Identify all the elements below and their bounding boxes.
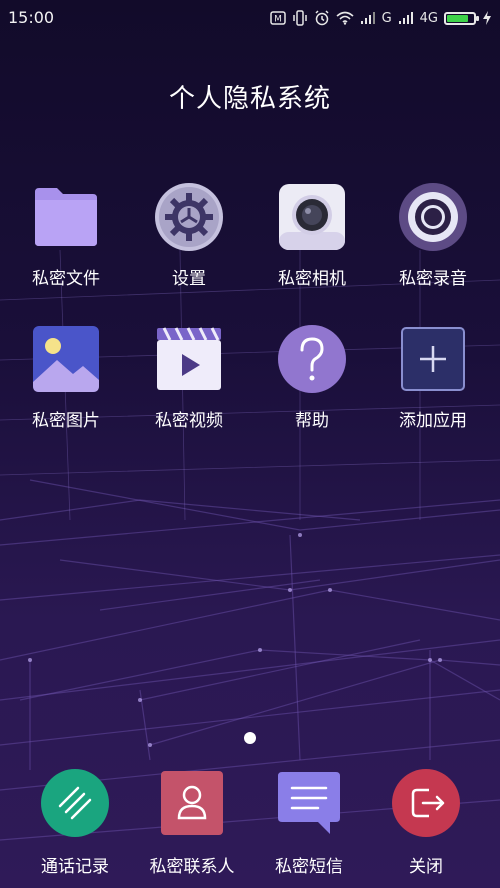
battery-icon — [444, 11, 479, 25]
app-label: 私密图片 — [32, 411, 100, 431]
vibrate-icon — [292, 10, 307, 26]
signal-icon — [360, 12, 375, 24]
charging-icon — [483, 11, 491, 25]
network-type-label: 4G — [419, 10, 438, 26]
dock-label: 关闭 — [409, 857, 443, 877]
gear-icon — [155, 183, 223, 251]
status-bar: 15:00 M G 4G — [0, 0, 500, 36]
battery-fill — [447, 14, 468, 22]
app-private-video[interactable]: 私密视频 — [127, 324, 251, 431]
call-log-icon — [41, 769, 109, 837]
recorder-icon — [399, 183, 467, 251]
app-add[interactable]: 添加应用 — [371, 324, 495, 431]
app-label: 添加应用 — [399, 411, 467, 431]
dock-label: 通话记录 — [41, 857, 109, 877]
status-time: 15:00 — [8, 8, 55, 27]
svg-text:M: M — [274, 15, 282, 25]
contacts-icon — [161, 771, 223, 835]
folder-icon — [35, 188, 97, 246]
camera-icon — [279, 184, 345, 250]
app-label: 私密文件 — [32, 269, 100, 289]
app-label: 私密录音 — [399, 269, 467, 289]
app-label: 设置 — [172, 269, 206, 289]
page-indicator-dot — [244, 732, 256, 744]
picture-icon — [33, 326, 99, 392]
message-icon — [278, 772, 340, 834]
page-title: 个人隐私系统 — [168, 84, 331, 114]
video-icon — [157, 327, 221, 390]
wifi-icon — [336, 11, 354, 25]
app-private-recorder[interactable]: 私密录音 — [371, 182, 495, 289]
signal-type-label: G — [381, 10, 392, 26]
dock-label: 私密短信 — [275, 857, 343, 877]
status-icons: M G 4G — [269, 8, 492, 28]
add-icon — [401, 327, 465, 391]
dock-call-log[interactable]: 通话记录 — [13, 768, 137, 877]
dock-close[interactable]: 关闭 — [364, 768, 488, 877]
alarm-icon — [315, 10, 329, 26]
mail-icon: M — [269, 11, 286, 25]
app-help[interactable]: 帮助 — [250, 324, 374, 431]
app-private-camera[interactable]: 私密相机 — [250, 182, 374, 289]
help-icon — [278, 325, 346, 393]
app-private-pictures[interactable]: 私密图片 — [4, 324, 128, 431]
app-private-files[interactable]: 私密文件 — [4, 182, 128, 289]
dock-label: 私密联系人 — [149, 857, 235, 877]
app-label: 私密视频 — [155, 411, 223, 431]
signal-icon — [398, 12, 413, 24]
app-label: 私密相机 — [278, 269, 346, 289]
dock-private-contacts[interactable]: 私密联系人 — [130, 768, 254, 877]
app-settings[interactable]: 设置 — [127, 182, 251, 289]
dock-private-messages[interactable]: 私密短信 — [247, 768, 371, 877]
app-label: 帮助 — [295, 411, 329, 431]
background-wireframe — [0, 249, 500, 841]
exit-icon — [392, 769, 460, 837]
